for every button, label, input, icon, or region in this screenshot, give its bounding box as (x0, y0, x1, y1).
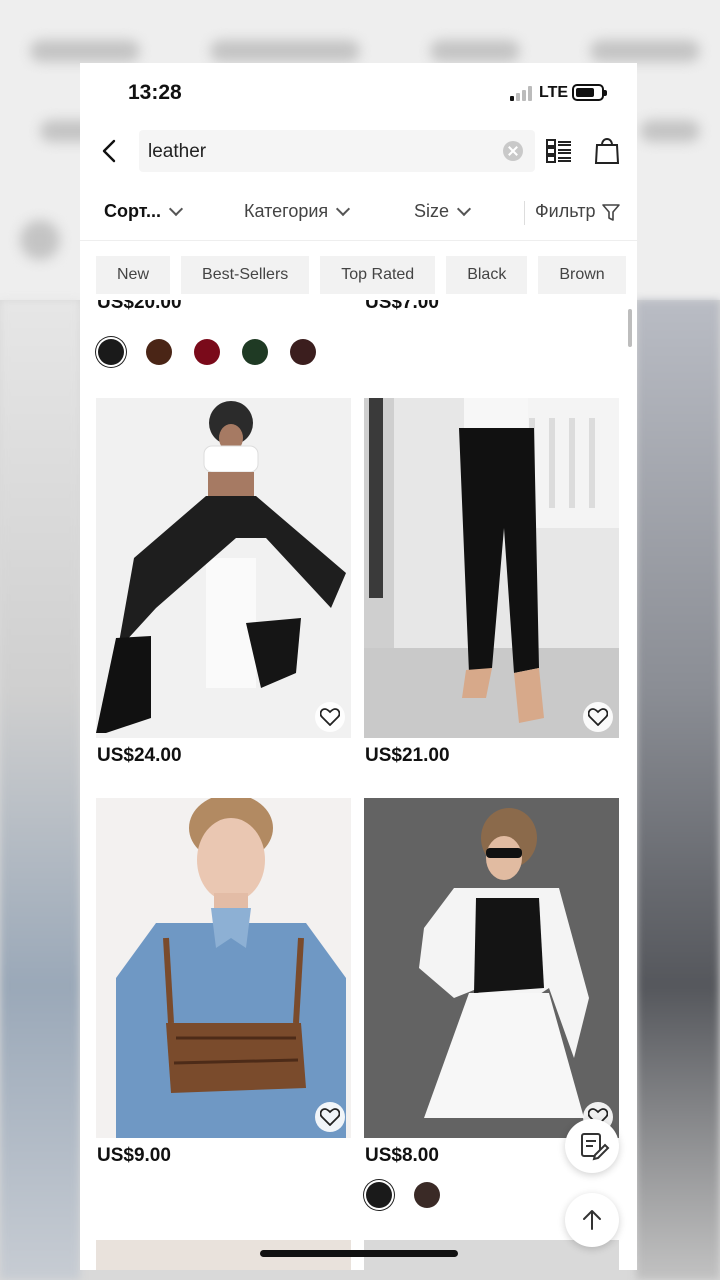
note-edit-icon (581, 1133, 610, 1161)
product-image[interactable] (96, 798, 351, 1138)
feedback-button[interactable] (565, 1119, 619, 1173)
divider (80, 240, 637, 241)
product-price: US$8.00 (365, 1145, 439, 1166)
funnel-icon (602, 203, 621, 221)
quick-filter-chips: New Best-Sellers Top Rated Black Brown (96, 256, 626, 294)
chip-best-sellers[interactable]: Best-Sellers (181, 256, 310, 294)
product-price: US$21.00 (365, 745, 450, 766)
clear-search-icon[interactable] (503, 141, 523, 161)
back-arrow-icon[interactable] (96, 137, 124, 165)
chevron-down-icon (168, 201, 184, 216)
product-price: US$9.00 (97, 1145, 171, 1166)
grid-layout-icon[interactable] (545, 137, 573, 165)
chip-black[interactable]: Black (446, 256, 528, 294)
wishlist-heart-icon[interactable] (315, 702, 345, 732)
network-label: LTE (539, 84, 569, 101)
color-swatch[interactable] (194, 339, 220, 365)
home-indicator (260, 1250, 458, 1257)
color-swatch[interactable] (98, 339, 124, 365)
scrollbar[interactable] (628, 309, 632, 347)
product-price: US$24.00 (97, 745, 182, 766)
filter-divider (524, 201, 525, 225)
wishlist-heart-icon[interactable] (315, 1102, 345, 1132)
color-swatches (98, 339, 316, 365)
sort-dropdown[interactable]: Сорт... (104, 201, 184, 222)
status-time: 13:28 (128, 81, 182, 104)
status-bar: 13:28 LTE (80, 63, 637, 123)
sort-label: Сорт... (104, 201, 161, 221)
shopping-bag-icon[interactable] (593, 135, 621, 165)
search-bar-row: leather (80, 127, 637, 175)
size-dropdown[interactable]: Size (414, 201, 472, 222)
product-grid: US$20.00 US$7.00 US$24.00 US$21.00 US$9.… (80, 300, 637, 1270)
category-dropdown[interactable]: Категория (244, 201, 351, 222)
filter-bar: Сорт... Категория Size Фильтр (80, 189, 637, 233)
product-image[interactable] (96, 398, 351, 738)
chip-top-rated[interactable]: Top Rated (320, 256, 436, 294)
filter-button[interactable]: Фильтр (535, 201, 621, 222)
search-input[interactable]: leather (139, 130, 535, 172)
color-swatch[interactable] (414, 1182, 440, 1208)
category-label: Категория (244, 201, 329, 221)
chevron-down-icon (336, 201, 351, 216)
color-swatch[interactable] (146, 339, 172, 365)
arrow-up-icon (583, 1210, 601, 1230)
color-swatch[interactable] (242, 339, 268, 365)
phone-screen: 13:28 LTE leather Сорт... Категория Size… (80, 63, 637, 1270)
color-swatch[interactable] (366, 1182, 392, 1208)
product-image[interactable] (364, 798, 619, 1138)
chevron-down-icon (456, 201, 472, 216)
battery-icon (572, 84, 607, 101)
product-image[interactable] (364, 398, 619, 738)
color-swatches (366, 1182, 440, 1208)
product-price: US$7.00 (365, 300, 439, 313)
signal-icon (510, 85, 538, 101)
wishlist-heart-icon[interactable] (583, 702, 613, 732)
product-price: US$20.00 (97, 300, 182, 313)
search-query: leather (148, 141, 207, 162)
chip-new[interactable]: New (96, 256, 171, 294)
back-to-top-button[interactable] (565, 1193, 619, 1247)
size-label: Size (414, 201, 450, 221)
color-swatch[interactable] (290, 339, 316, 365)
filter-label: Фильтр (535, 201, 596, 221)
chip-brown[interactable]: Brown (538, 256, 626, 294)
